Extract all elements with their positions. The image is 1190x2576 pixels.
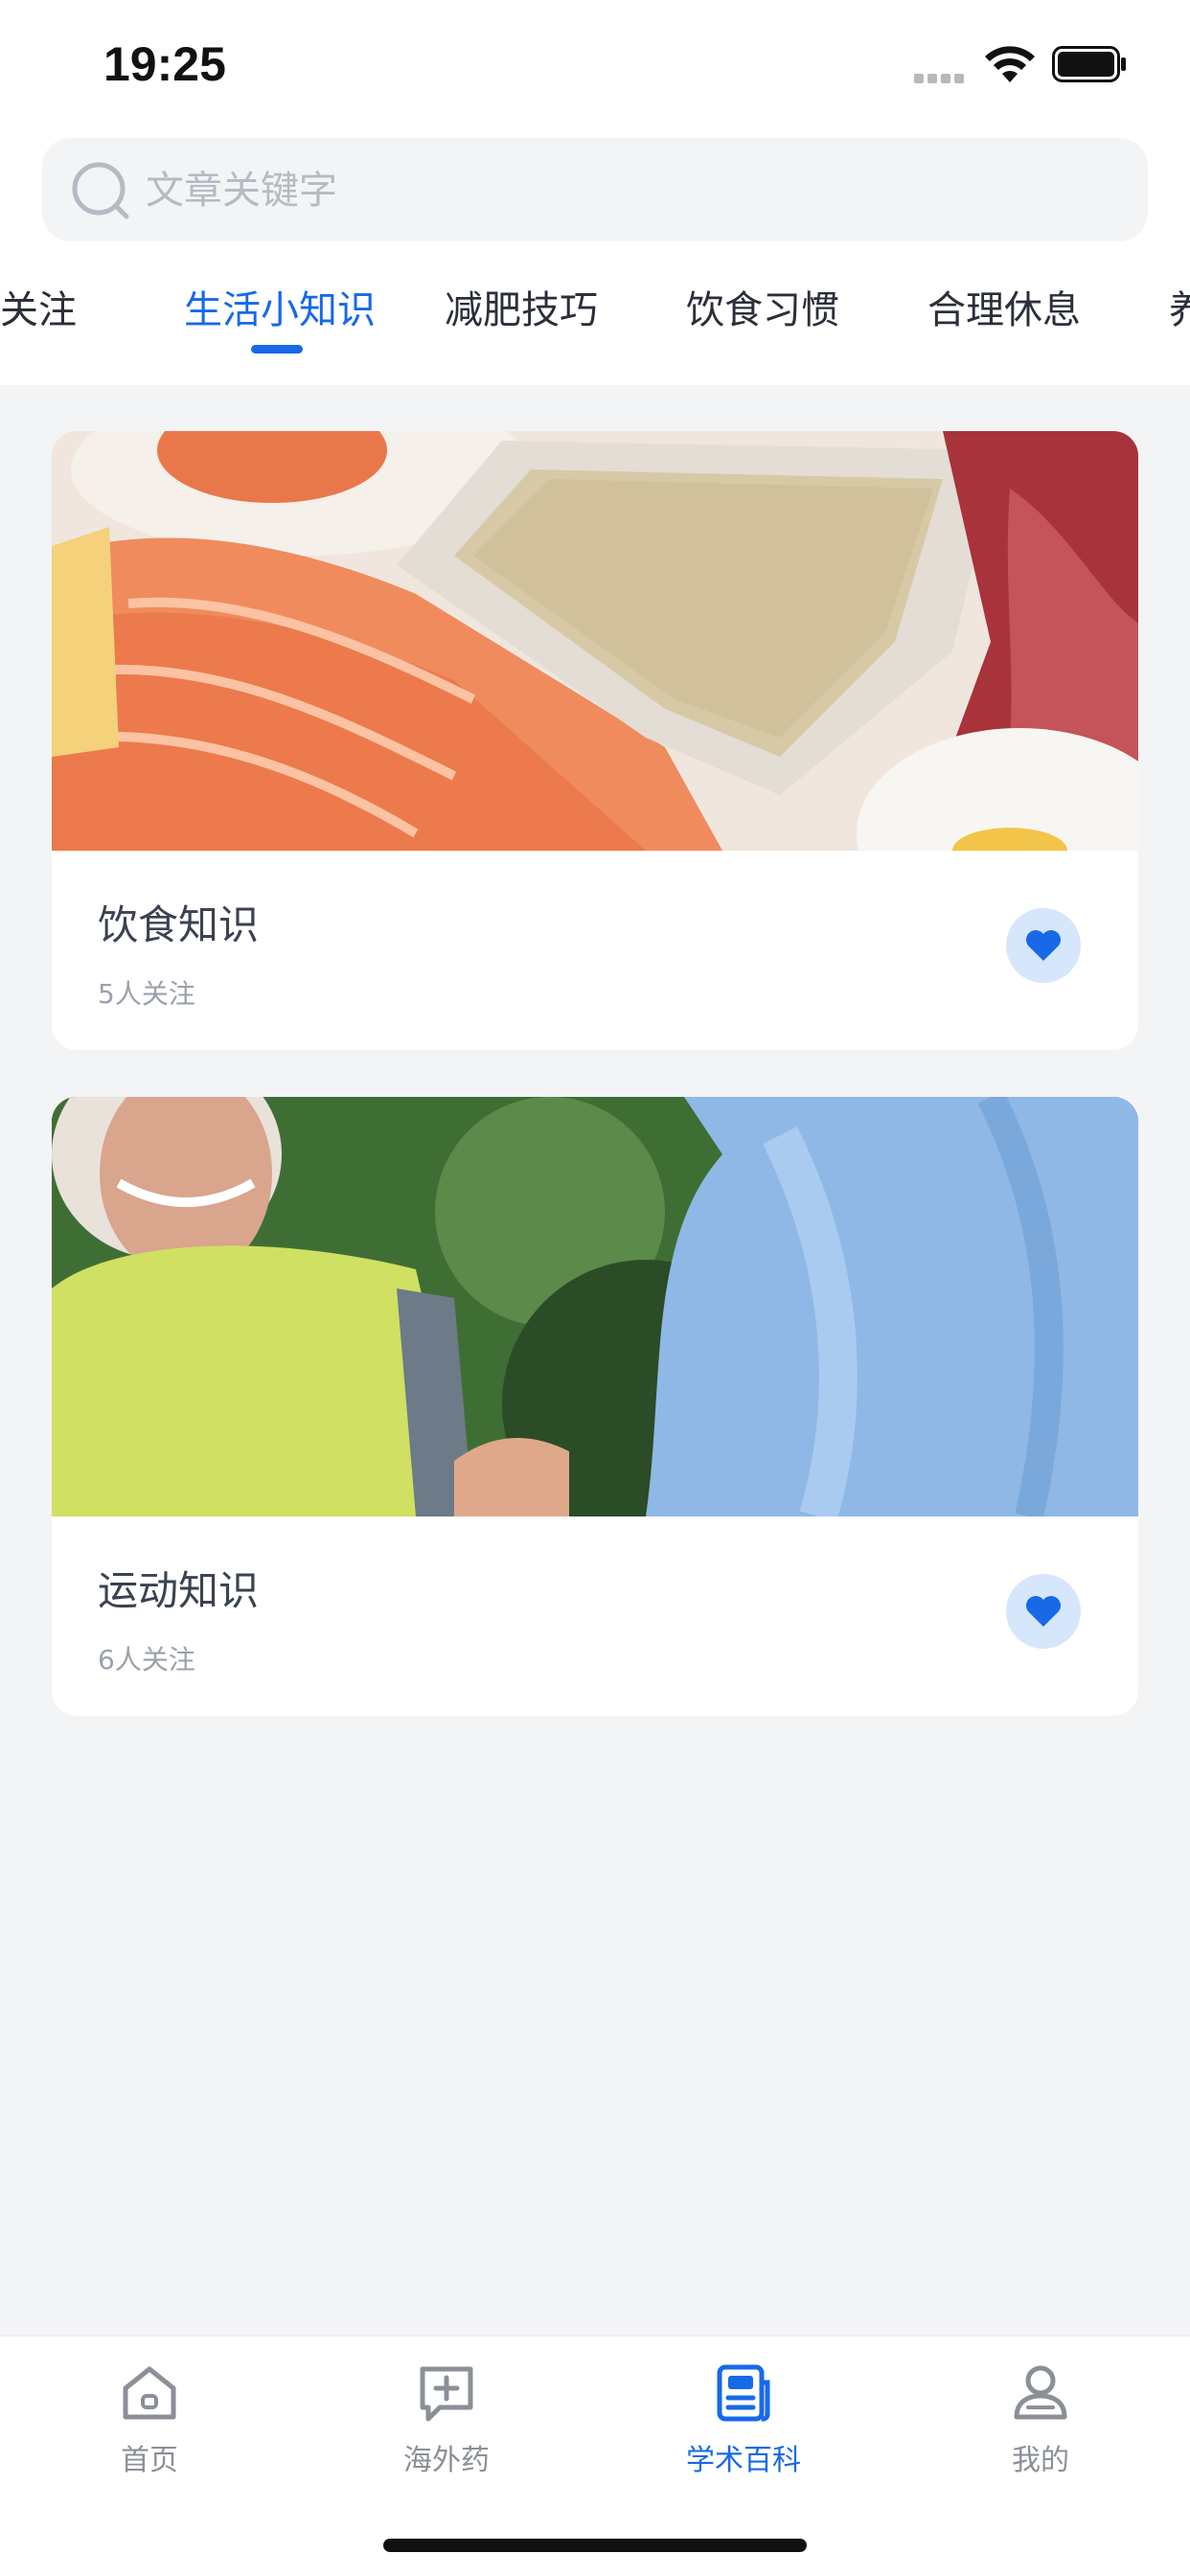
tabbar-label: 海外药 (403, 2444, 490, 2477)
home-indicator (383, 2539, 807, 2552)
tab-diet-habits[interactable]: 饮食习惯 (686, 280, 839, 341)
card-followers: 6人关注 (98, 1644, 195, 1676)
heart-icon (1026, 930, 1061, 961)
card-title: 运动知识 (98, 1567, 260, 1614)
profile-icon (1014, 2365, 1067, 2420)
food-photo (52, 431, 1138, 851)
wifi-icon (985, 46, 1035, 82)
search-input[interactable] (144, 138, 1106, 243)
tabbar-label: 我的 (1012, 2444, 1069, 2477)
article-card[interactable]: 运动知识 6人关注 (52, 1097, 1138, 1716)
card-followers: 5人关注 (98, 978, 195, 1010)
tab-weight-loss[interactable]: 减肥技巧 (445, 280, 598, 341)
home-icon (123, 2366, 176, 2420)
search-icon (72, 162, 129, 219)
tabbar-item-overseas-medicine[interactable]: 海外药 (351, 2361, 542, 2496)
search-bar[interactable] (42, 138, 1148, 243)
tabbar-item-profile[interactable]: 我的 (945, 2361, 1136, 2496)
article-card[interactable]: 饮食知识 5人关注 (52, 431, 1138, 1050)
exercise-photo (52, 1097, 1138, 1516)
tab-more[interactable]: 养 (1169, 280, 1190, 341)
favorite-button[interactable] (1006, 908, 1081, 983)
status-time: 19:25 (103, 37, 226, 91)
medicine-plus-icon (420, 2366, 473, 2422)
tab-life-tips[interactable]: 生活小知识 (184, 280, 376, 341)
status-bar: 19:25 (0, 0, 1190, 134)
tabbar-label: 学术百科 (686, 2444, 801, 2477)
tabbar-item-home[interactable]: 首页 (54, 2361, 245, 2496)
favorite-button[interactable] (1006, 1574, 1081, 1649)
card-title: 饮食知识 (98, 901, 260, 948)
heart-icon (1026, 1596, 1061, 1627)
category-tabs: 关注 生活小知识 减肥技巧 饮食习惯 合理休息 养 (0, 270, 1190, 385)
signal-icon (914, 69, 972, 83)
active-tab-indicator (251, 345, 303, 353)
battery-icon (1052, 46, 1126, 82)
tabbar-label: 首页 (121, 2444, 178, 2477)
tab-rest[interactable]: 合理休息 (927, 280, 1081, 341)
article-icon (717, 2364, 770, 2422)
tab-follow[interactable]: 关注 (0, 280, 77, 341)
tabbar-item-academic-wiki[interactable]: 学术百科 (648, 2361, 839, 2496)
